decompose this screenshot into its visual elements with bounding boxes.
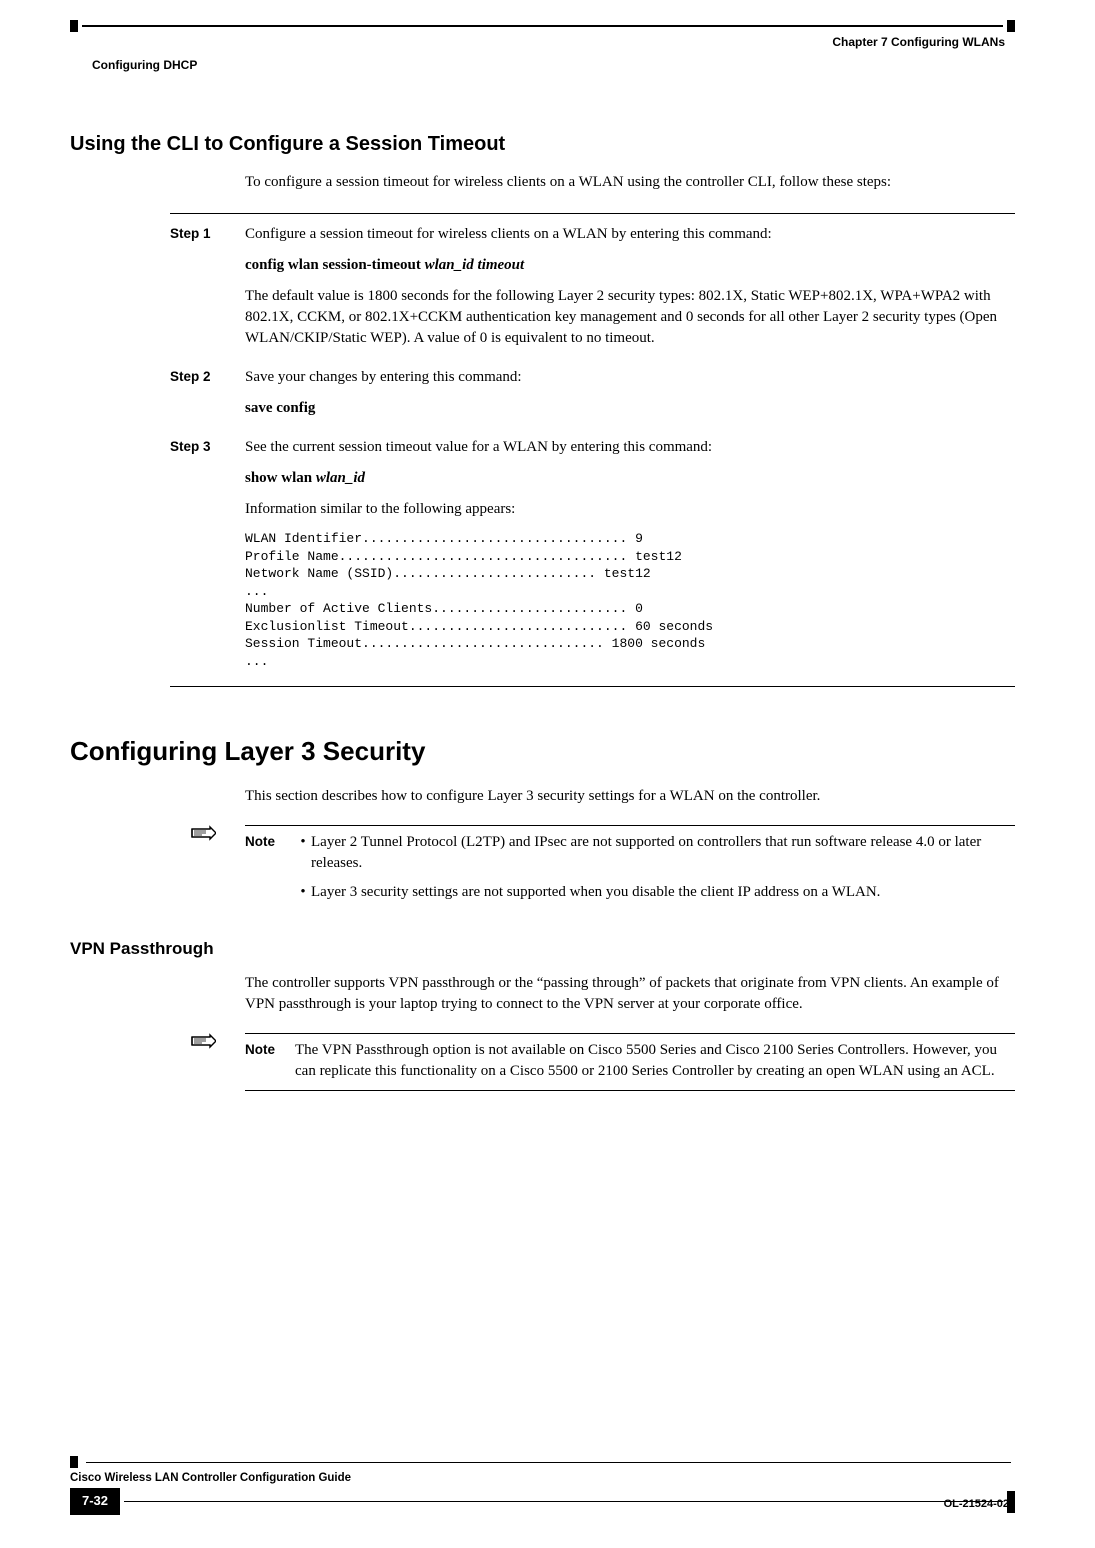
header-marker-left bbox=[70, 20, 78, 32]
header-marker-right bbox=[1007, 20, 1015, 32]
step-2: Step 2 Save your changes by entering thi… bbox=[170, 367, 1015, 429]
note-icon bbox=[190, 825, 216, 847]
step3-info: Information similar to the following app… bbox=[245, 499, 1015, 520]
header-chapter: Chapter 7 Configuring WLANs bbox=[832, 34, 1005, 51]
layer3-intro: This section describes how to configure … bbox=[245, 786, 1015, 807]
page-header: Chapter 7 Configuring WLANs Configuring … bbox=[70, 20, 1015, 70]
footer-title: Cisco Wireless LAN Controller Configurat… bbox=[70, 1470, 351, 1486]
note-label: Note bbox=[245, 832, 295, 911]
note-icon bbox=[190, 1033, 216, 1055]
vpn-paragraph: The controller supports VPN passthrough … bbox=[245, 973, 1015, 1015]
step3-cmd: show wlan bbox=[245, 470, 316, 486]
step-label: Step 1 bbox=[170, 224, 245, 359]
step2-desc: Save your changes by entering this comma… bbox=[245, 367, 1015, 388]
intro-paragraph: To configure a session timeout for wirel… bbox=[245, 172, 1015, 193]
note1-bullet1: Layer 2 Tunnel Protocol (L2TP) and IPsec… bbox=[311, 832, 1015, 874]
header-section: Configuring DHCP bbox=[70, 57, 1015, 74]
page-footer: Cisco Wireless LAN Controller Configurat… bbox=[70, 1456, 1015, 1512]
step-3: Step 3 See the current session timeout v… bbox=[170, 437, 1015, 676]
note-block-2: Note The VPN Passthrough option is not a… bbox=[190, 1033, 1015, 1091]
note1-bullet2: Layer 3 security settings are not suppor… bbox=[311, 882, 1015, 903]
step-1: Step 1 Configure a session timeout for w… bbox=[170, 224, 1015, 359]
note-label: Note bbox=[245, 1040, 295, 1082]
step3-desc: See the current session timeout value fo… bbox=[245, 437, 1015, 458]
heading-cli-session-timeout: Using the CLI to Configure a Session Tim… bbox=[70, 130, 1015, 158]
cli-output: WLAN Identifier.........................… bbox=[245, 530, 1015, 670]
step1-explain: The default value is 1800 seconds for th… bbox=[245, 286, 1015, 349]
step1-cmd: config wlan session-timeout bbox=[245, 257, 425, 273]
step1-cmd-arg: wlan_id timeout bbox=[425, 257, 525, 273]
note-block-1: Note •Layer 2 Tunnel Protocol (L2TP) and… bbox=[190, 825, 1015, 911]
steps-block: Step 1 Configure a session timeout for w… bbox=[170, 213, 1015, 687]
footer-page-num: 7-32 bbox=[70, 1488, 120, 1514]
step3-cmd-arg: wlan_id bbox=[316, 470, 365, 486]
heading-vpn-passthrough: VPN Passthrough bbox=[70, 937, 1015, 961]
step1-desc: Configure a session timeout for wireless… bbox=[245, 224, 1015, 245]
step2-cmd: save config bbox=[245, 400, 315, 416]
note2-body: The VPN Passthrough option is not availa… bbox=[295, 1040, 1015, 1082]
step-label: Step 2 bbox=[170, 367, 245, 429]
heading-layer3-security: Configuring Layer 3 Security bbox=[70, 733, 1015, 769]
footer-doc-id: OL-21524-02 bbox=[944, 1497, 1009, 1512]
step-label: Step 3 bbox=[170, 437, 245, 676]
